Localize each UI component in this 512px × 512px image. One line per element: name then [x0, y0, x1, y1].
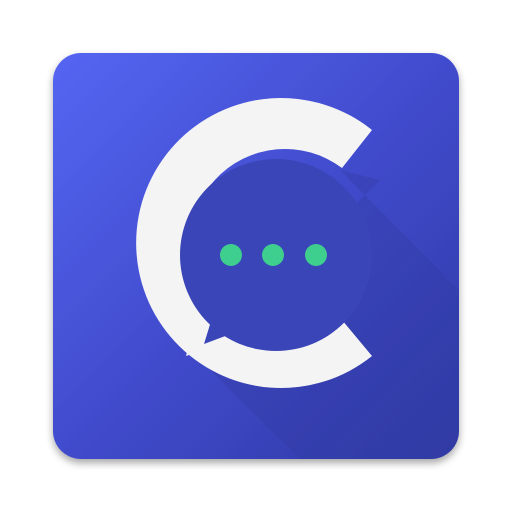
- typing-indicator: [220, 244, 327, 266]
- typing-dot-icon: [305, 244, 327, 266]
- typing-dot-icon: [262, 244, 284, 266]
- chat-app-icon[interactable]: [0, 0, 512, 512]
- app-icon-canvas: [0, 0, 512, 512]
- typing-dot-icon: [220, 244, 242, 266]
